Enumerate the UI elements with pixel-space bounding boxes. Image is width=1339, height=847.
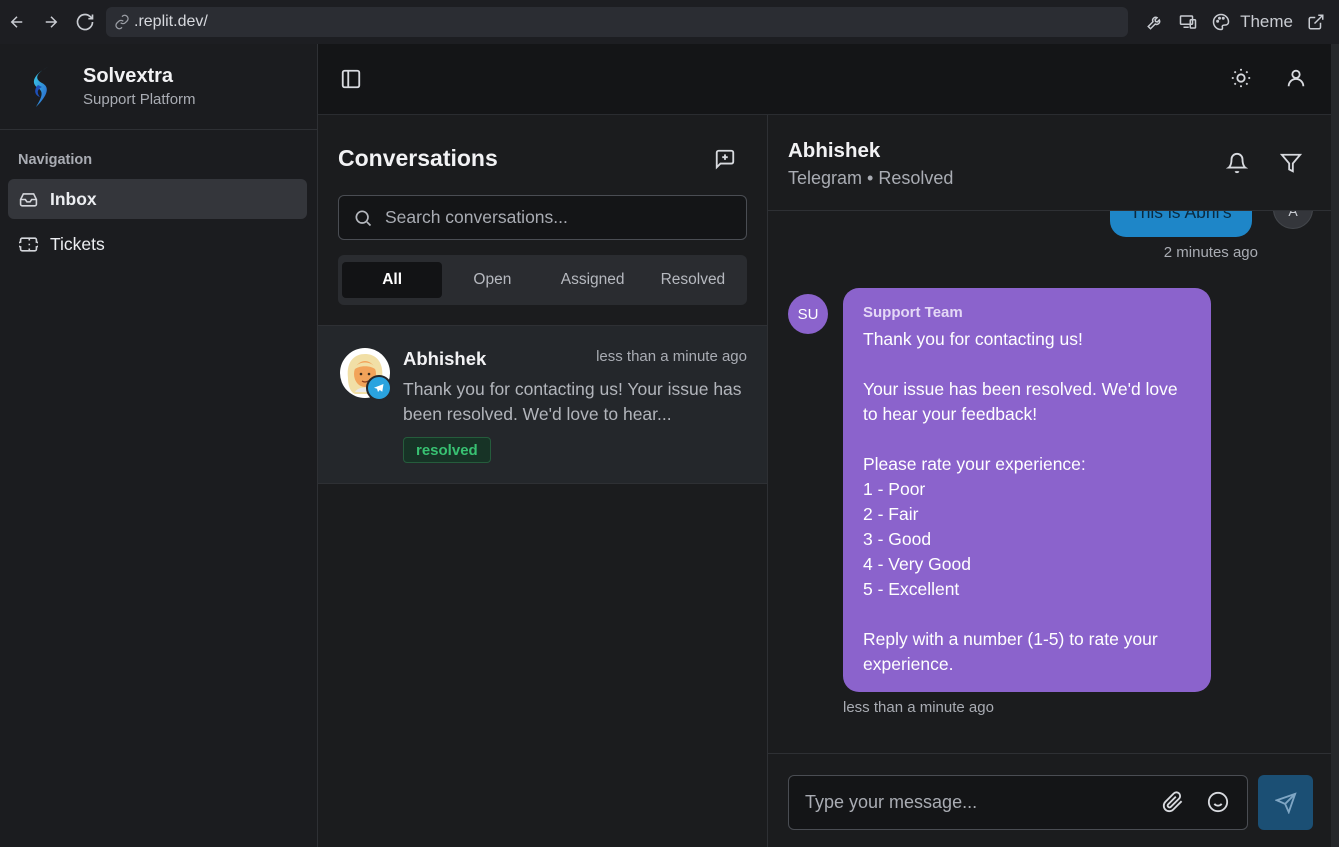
ticket-icon: [19, 235, 38, 254]
reload-icon: [76, 13, 94, 31]
tab-all[interactable]: All: [342, 262, 443, 298]
smile-icon: [1207, 791, 1229, 813]
solvextra-logo-icon: [33, 66, 48, 107]
message-time: less than a minute ago: [843, 699, 994, 716]
paperclip-icon: [1162, 791, 1183, 813]
message-list[interactable]: This is Abhi's A 2 minutes ago SU Suppor…: [768, 211, 1331, 752]
message-input[interactable]: [805, 792, 1145, 813]
sidebar-item-inbox[interactable]: Inbox: [8, 179, 307, 219]
conversation-preview: Thank you for contacting us! Your issue …: [403, 379, 742, 424]
filter-tabs: All Open Assigned Resolved: [338, 255, 747, 305]
search-icon: [355, 210, 372, 226]
notifications-button[interactable]: [1226, 152, 1248, 174]
message-composer: [768, 753, 1331, 847]
sidebar: Solvextra Support Platform Navigation In…: [0, 44, 318, 847]
sidebar-toggle-button[interactable]: [340, 68, 362, 90]
app-topbar: [318, 44, 1331, 115]
bell-icon: [1226, 153, 1248, 174]
sidebar-item-label: Inbox: [50, 188, 97, 209]
arrow-right-icon: [45, 16, 58, 28]
page-scrollbar[interactable]: [1331, 44, 1339, 847]
message-plus-icon: [715, 149, 735, 170]
avatar: SU: [788, 294, 828, 334]
conversation-item[interactable]: Abhishek less than a minute ago Thank yo…: [318, 325, 767, 484]
telegram-icon: [366, 375, 392, 401]
emoji-button[interactable]: [1207, 791, 1229, 813]
message-text: Thank you for contacting us! Your issue …: [863, 329, 1178, 674]
theme-button[interactable]: Theme: [1212, 12, 1293, 32]
chat-panel: Abhishek Telegram • Resolved This is Abh…: [768, 115, 1331, 847]
url-text: .replit.dev/: [134, 13, 208, 30]
brand-name: Solvextra: [83, 65, 174, 87]
send-icon: [1274, 791, 1297, 814]
sidebar-item-label: Tickets: [50, 233, 105, 254]
inbox-icon: [19, 190, 38, 209]
tab-open[interactable]: Open: [442, 262, 542, 298]
tab-resolved[interactable]: Resolved: [643, 262, 743, 298]
brand-text: Solvextra Support Platform: [83, 65, 196, 108]
brand-header: Solvextra Support Platform: [0, 44, 317, 130]
address-bar[interactable]: .replit.dev/: [106, 7, 1128, 37]
theme-label: Theme: [1240, 12, 1293, 31]
message-input-box: [788, 775, 1248, 830]
browser-actions: Theme: [1146, 0, 1325, 44]
filter-button[interactable]: [1280, 152, 1302, 174]
panel-left-icon: [341, 69, 361, 89]
avatar: A: [1273, 211, 1313, 229]
sidebar-item-tickets[interactable]: Tickets: [8, 224, 307, 264]
chat-subtitle: Telegram • Resolved: [788, 168, 954, 188]
outgoing-message: This is Abhi's: [1110, 211, 1252, 237]
send-button[interactable]: [1258, 775, 1313, 830]
sun-icon: [1231, 68, 1251, 88]
search-input[interactable]: [385, 207, 725, 228]
status-badge: resolved: [403, 437, 491, 463]
nav-section-label: Navigation: [18, 152, 93, 168]
external-link-icon[interactable]: [1307, 13, 1325, 31]
conversation-name: Abhishek: [403, 348, 487, 369]
conversation-time: less than a minute ago: [596, 348, 747, 365]
chat-contact-name: Abhishek: [788, 139, 881, 162]
filter-icon: [1280, 153, 1302, 173]
attach-button[interactable]: [1162, 791, 1184, 813]
message-time: 2 minutes ago: [1163, 244, 1258, 261]
incoming-message: Support Team Thank you for contacting us…: [843, 288, 1211, 692]
conversations-title: Conversations: [338, 145, 498, 171]
back-button[interactable]: [0, 0, 34, 44]
brand-subtitle: Support Platform: [83, 91, 196, 108]
link-icon: [115, 14, 129, 30]
devices-icon[interactable]: [1178, 13, 1198, 31]
chat-header: Abhishek Telegram • Resolved: [768, 115, 1331, 211]
forward-button[interactable]: [34, 0, 68, 44]
palette-icon: [1212, 13, 1230, 31]
user-menu-button[interactable]: [1285, 67, 1307, 89]
wrench-icon[interactable]: [1146, 13, 1164, 31]
search-box: [338, 195, 747, 240]
new-conversation-button[interactable]: [714, 148, 736, 170]
theme-toggle-button[interactable]: [1230, 67, 1252, 89]
arrow-left-icon: [10, 16, 23, 28]
browser-toolbar: .replit.dev/ Theme: [0, 0, 1339, 44]
conversation-list-panel: Conversations All Open Assigned Resolved…: [318, 115, 768, 847]
message-sender: Support Team: [863, 304, 963, 321]
tab-assigned[interactable]: Assigned: [543, 262, 643, 298]
reload-button[interactable]: [68, 0, 102, 44]
user-icon: [1287, 69, 1305, 87]
